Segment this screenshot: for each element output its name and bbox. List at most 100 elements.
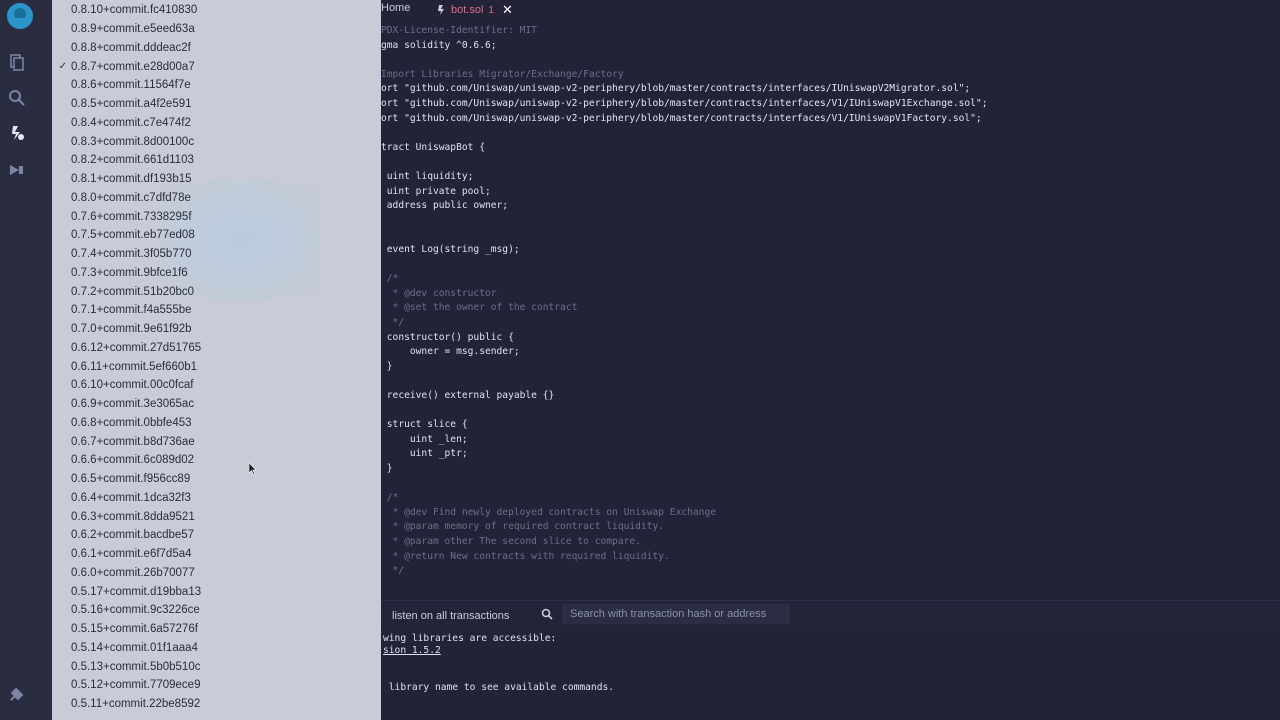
icon-rail xyxy=(0,0,52,720)
tab-bot-sol[interactable]: bot.sol 1 ✕ xyxy=(437,2,513,18)
code-line: address public owner; xyxy=(381,200,509,212)
terminal-toolbar: listen on all transactions xyxy=(381,600,1280,628)
code-line: */ xyxy=(381,317,405,328)
code-line: tract UniswapBot { xyxy=(381,141,485,153)
listen-on-all-transactions-label[interactable]: listen on all transactions xyxy=(392,610,509,622)
version-option[interactable]: 0.8.2+commit.661d1103 xyxy=(52,151,381,170)
code-line: PDX-License-Identifier: MIT xyxy=(381,25,537,36)
file-explorer-icon[interactable] xyxy=(7,52,27,72)
version-option[interactable]: 0.5.14+commit.01f1aaa4 xyxy=(52,639,381,658)
deploy-run-icon[interactable] xyxy=(7,160,27,180)
code-line: } xyxy=(381,360,393,372)
version-option[interactable]: 0.5.13+commit.5b0b510c xyxy=(52,657,381,676)
version-option[interactable]: 0.6.0+commit.26b70077 xyxy=(52,564,381,583)
version-option[interactable]: 0.7.5+commit.eb77ed08 xyxy=(52,226,381,245)
version-option-label: 0.7.6+commit.7338295f xyxy=(71,210,192,223)
version-option[interactable]: 0.5.17+commit.d19bba13 xyxy=(52,582,381,601)
version-option-label: 0.8.7+commit.e28d00a7 xyxy=(71,60,195,73)
version-option[interactable]: 0.6.12+commit.27d51765 xyxy=(52,339,381,358)
version-option[interactable]: 0.8.8+commit.dddeac2f xyxy=(52,39,381,58)
compiler-version-dropdown[interactable]: 0.8.10+commit.fc410830 0.8.9+commit.e5eed… xyxy=(52,0,381,720)
version-option-label: 0.6.10+commit.00c0fcaf xyxy=(71,379,194,392)
version-option[interactable]: 0.7.2+commit.51b20bc0 xyxy=(52,282,381,301)
solidity-compiler-icon[interactable] xyxy=(7,123,27,143)
version-option-label: 0.8.3+commit.8d00100c xyxy=(71,135,195,148)
code-line: uint _ptr; xyxy=(381,448,468,460)
code-line: event Log(string _msg); xyxy=(381,244,520,255)
terminal-line: library name to see available commands. xyxy=(383,681,615,693)
transaction-search-input[interactable] xyxy=(562,604,790,624)
version-option-label: 0.6.9+commit.3e3065ac xyxy=(71,398,195,411)
version-option-label: 0.8.9+commit.e5eed63a xyxy=(71,23,195,36)
version-option[interactable]: 0.5.11+commit.22be8592 xyxy=(52,695,381,714)
version-option-label: 0.6.6+commit.6c089d02 xyxy=(71,454,195,467)
version-option[interactable]: 0.8.10+commit.fc410830 xyxy=(52,1,381,20)
code-line: constructor() public { xyxy=(381,331,514,343)
version-option-label: 0.8.4+commit.c7e474f2 xyxy=(71,116,191,129)
version-option[interactable]: 0.5.15+commit.6a57276f xyxy=(52,620,381,639)
code-editor[interactable]: Home bot.sol 1 ✕ PDX-License-Identifier:… xyxy=(381,0,1280,600)
version-option[interactable]: 0.5.12+commit.7709ece9 xyxy=(52,676,381,695)
code-line: /* xyxy=(381,273,399,285)
version-option[interactable]: 0.8.9+commit.e5eed63a xyxy=(52,20,381,39)
checkmark-icon: ✓ xyxy=(58,61,67,73)
code-line: * @dev constructor xyxy=(381,287,497,299)
plugin-manager-icon[interactable] xyxy=(7,684,27,704)
version-option[interactable]: 0.7.1+commit.f4a555be xyxy=(52,301,381,320)
version-option-label: 0.7.1+commit.f4a555be xyxy=(71,304,192,317)
version-option[interactable]: 0.6.5+commit.f956cc89 xyxy=(52,470,381,489)
version-option[interactable]: 0.6.8+commit.0bbfe453 xyxy=(52,414,381,433)
remix-logo-icon[interactable] xyxy=(6,2,34,30)
code-line: * @return New contracts with required li… xyxy=(381,550,670,562)
version-option[interactable]: 0.6.1+commit.e6f7d5a4 xyxy=(52,545,381,564)
version-option[interactable]: 0.8.0+commit.c7dfd78e xyxy=(52,189,381,208)
mouse-cursor-icon xyxy=(249,463,257,475)
version-option-label: 0.8.0+commit.c7dfd78e xyxy=(71,191,191,204)
version-option-label: 0.6.12+commit.27d51765 xyxy=(71,341,202,354)
version-option[interactable]: 0.7.6+commit.7338295f xyxy=(52,207,381,226)
version-option[interactable]: 0.8.3+commit.8d00100c xyxy=(52,132,381,151)
version-option[interactable]: 0.7.4+commit.3f05b770 xyxy=(52,245,381,264)
version-option[interactable]: 0.6.10+commit.00c0fcaf xyxy=(52,376,381,395)
version-option[interactable]: 0.6.3+commit.8dda9521 xyxy=(52,507,381,526)
version-option[interactable]: 0.6.7+commit.b8d736ae xyxy=(52,432,381,451)
version-option[interactable]: 0.8.4+commit.c7e474f2 xyxy=(52,114,381,133)
version-option[interactable]: 0.8.5+commit.a4f2e591 xyxy=(52,95,381,114)
version-option[interactable]: 0.6.9+commit.3e3065ac xyxy=(52,395,381,414)
code-line: struct slice { xyxy=(381,419,468,431)
version-option-label: 0.8.8+commit.dddeac2f xyxy=(71,41,191,54)
code-line: uint private pool; xyxy=(381,185,491,197)
version-option[interactable]: 0.6.6+commit.6c089d02 xyxy=(52,451,381,470)
code-line: } xyxy=(381,463,393,474)
code-line: Import Libraries Migrator/Exchange/Facto… xyxy=(381,68,624,80)
version-option-label: 0.6.4+commit.1dca32f3 xyxy=(71,491,191,504)
tab-error-badge: 1 xyxy=(488,4,494,16)
editor-tabs: Home bot.sol 1 ✕ xyxy=(381,0,1280,20)
search-icon[interactable] xyxy=(7,88,27,108)
version-option-label: 0.8.2+commit.661d1103 xyxy=(71,154,194,167)
version-option[interactable]: 0.7.3+commit.9bfce1f6 xyxy=(52,264,381,283)
code-line: receive() external payable {} xyxy=(381,390,555,401)
version-option-label: 0.7.5+commit.eb77ed08 xyxy=(71,229,195,242)
code-line: * @param other The second slice to compa… xyxy=(381,536,641,547)
version-option-label: 0.6.8+commit.0bbfe453 xyxy=(71,416,192,429)
close-icon[interactable]: ✕ xyxy=(502,2,513,18)
version-option[interactable]: 0.6.2+commit.bacdbe57 xyxy=(52,526,381,545)
terminal-line: sion 1.5.2 xyxy=(383,645,441,657)
version-option-label: 0.5.15+commit.6a57276f xyxy=(71,623,198,636)
version-option[interactable]: 0.5.16+commit.9c3226ce xyxy=(52,601,381,620)
version-option[interactable]: 0.7.0+commit.9e61f92b xyxy=(52,320,381,339)
code-line: /* xyxy=(381,492,399,504)
version-option[interactable]: 0.8.6+commit.11564f7e xyxy=(52,76,381,95)
code-line: */ xyxy=(381,565,405,577)
version-option[interactable]: 0.6.4+commit.1dca32f3 xyxy=(52,489,381,508)
code-line: * @param memory of required contract liq… xyxy=(381,521,665,533)
version-option[interactable]: ✓ 0.8.7+commit.e28d00a7 xyxy=(52,57,381,76)
tab-home[interactable]: Home xyxy=(381,2,410,14)
version-option[interactable]: 0.6.11+commit.5ef660b1 xyxy=(52,357,381,376)
version-option-label: 0.6.3+commit.8dda9521 xyxy=(71,510,195,523)
version-option[interactable]: 0.8.1+commit.df193b15 xyxy=(52,170,381,189)
version-option-label: 0.5.11+commit.22be8592 xyxy=(71,698,201,711)
code-line: gma solidity ^0.6.6; xyxy=(381,39,497,51)
version-option-label: 0.7.3+commit.9bfce1f6 xyxy=(71,266,188,279)
